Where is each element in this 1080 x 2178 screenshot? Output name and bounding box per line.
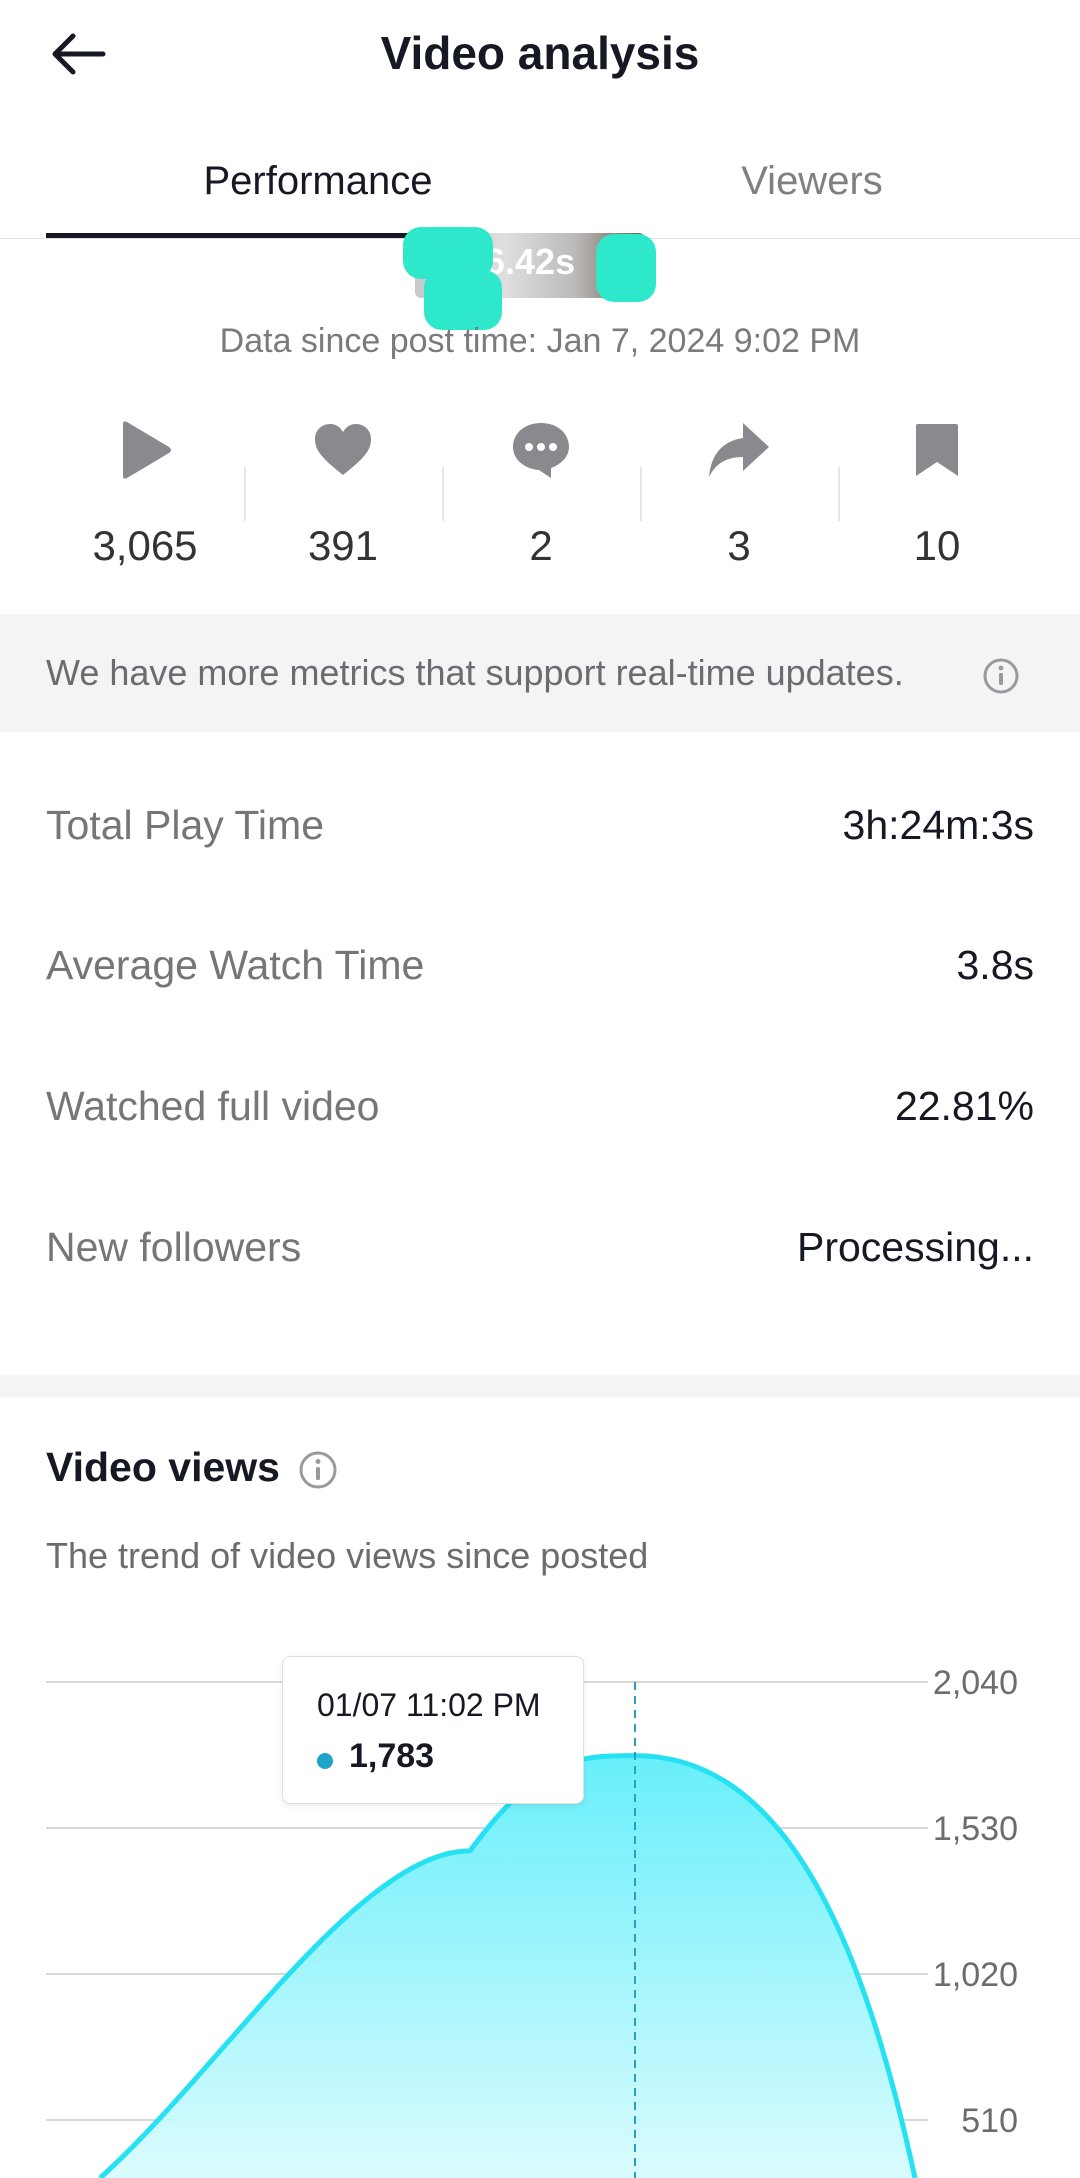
comment-icon bbox=[509, 418, 573, 482]
video-views-title: Video views bbox=[46, 1444, 280, 1490]
stat-value: 391 bbox=[307, 522, 379, 569]
metric-label: New followers bbox=[46, 1223, 302, 1270]
tooltip-time: 01/07 11:02 PM bbox=[317, 1687, 541, 1723]
header: Video analysis bbox=[0, 0, 1080, 110]
redaction-mark bbox=[596, 234, 656, 302]
banner-text: We have more metrics that support real-t… bbox=[46, 652, 904, 693]
share-icon bbox=[707, 418, 771, 482]
metric-value: 3.8s bbox=[956, 941, 1035, 988]
tooltip-value: 1,783 bbox=[349, 1737, 435, 1775]
redaction-mark bbox=[424, 270, 502, 330]
stat-value: 10 bbox=[913, 522, 961, 569]
metric-watched-full-video: Watched full video 22.81% bbox=[46, 1076, 1034, 1136]
metric-label: Total Play Time bbox=[46, 801, 324, 848]
metric-average-watch-time: Average Watch Time 3.8s bbox=[46, 935, 1034, 995]
realtime-metrics-banner: We have more metrics that support real-t… bbox=[0, 614, 1080, 732]
y-tick-label: 1,020 bbox=[933, 1956, 1018, 1994]
page-title: Video analysis bbox=[380, 27, 700, 79]
stat-value: 2 bbox=[529, 522, 553, 569]
stats-row: 3,065 391 2 3 10 bbox=[46, 412, 1036, 572]
stat-value: 3,065 bbox=[92, 522, 198, 569]
views-area bbox=[100, 1755, 915, 2178]
stat-likes: 391 bbox=[244, 412, 442, 572]
metric-value: 22.81% bbox=[894, 1082, 1034, 1129]
y-tick-label: 510 bbox=[961, 2102, 1018, 2140]
chart-tooltip: 01/07 11:02 PM 1,783 bbox=[282, 1656, 584, 1804]
section-divider bbox=[0, 1375, 1080, 1397]
video-views-subtitle: The trend of video views since posted bbox=[46, 1535, 649, 1576]
metric-label: Watched full video bbox=[46, 1082, 380, 1129]
info-icon[interactable] bbox=[982, 657, 1020, 695]
metric-total-play-time: Total Play Time 3h:24m:3s bbox=[46, 795, 1034, 855]
stat-comments: 2 bbox=[442, 412, 640, 572]
info-icon[interactable] bbox=[298, 1450, 338, 1490]
data-since-text: Data since post time: Jan 7, 2024 9:02 P… bbox=[219, 322, 861, 360]
bookmark-icon bbox=[905, 418, 969, 482]
tab-viewers[interactable]: Viewers bbox=[590, 159, 1034, 204]
stat-saves: 10 bbox=[838, 412, 1036, 572]
tooltip-dot bbox=[317, 1753, 333, 1769]
stat-value: 3 bbox=[727, 522, 751, 569]
heart-icon bbox=[311, 418, 375, 482]
metric-new-followers: New followers Processing... bbox=[46, 1217, 1034, 1277]
y-tick-label: 2,040 bbox=[933, 1664, 1018, 1702]
metric-value: 3h:24m:3s bbox=[842, 801, 1034, 848]
metric-label: Average Watch Time bbox=[46, 941, 425, 988]
stat-shares: 3 bbox=[640, 412, 838, 572]
stat-plays: 3,065 bbox=[46, 412, 244, 572]
tab-bar: Performance Viewers bbox=[0, 135, 1080, 239]
y-tick-label: 1,530 bbox=[933, 1810, 1018, 1848]
play-icon bbox=[113, 418, 177, 482]
tab-performance[interactable]: Performance bbox=[46, 159, 590, 204]
metric-value: Processing... bbox=[797, 1223, 1034, 1270]
